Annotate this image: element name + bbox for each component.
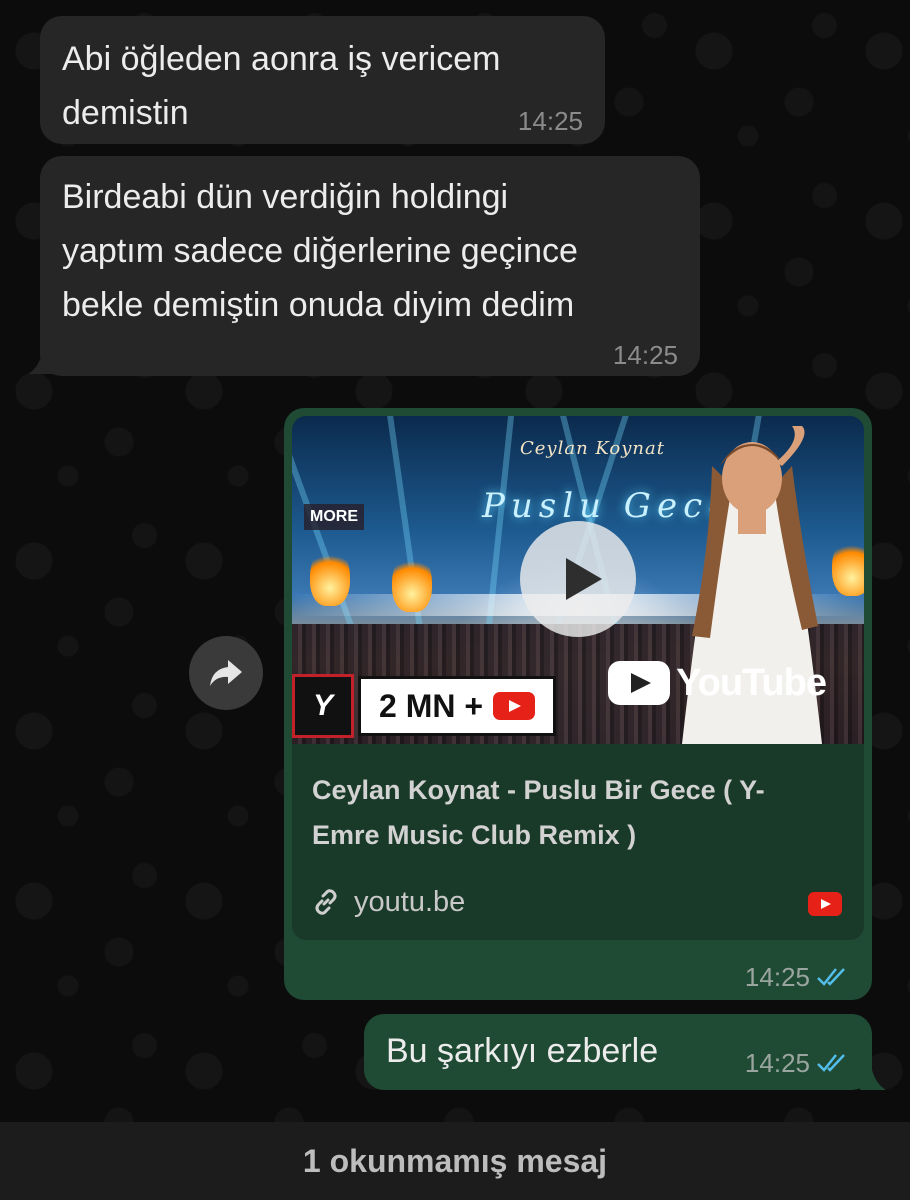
bubble-tail: [28, 346, 54, 374]
youtube-icon: [493, 692, 536, 720]
link-icon: [315, 889, 337, 915]
channel-logo: Y: [292, 674, 354, 738]
view-count-text: 2 MN +: [379, 687, 484, 724]
stage-sign: MORE: [304, 504, 364, 530]
unread-messages-text: 1 okunmamış mesaj: [302, 1142, 608, 1179]
message-text-line: demistin: [62, 94, 189, 132]
link-preview-message[interactable]: MORE Ceylan Koynat Puslu Gece Y 2 MN + Y…: [284, 408, 872, 1000]
message-text: Bu şarkıyı ezberle: [386, 1032, 659, 1070]
youtube-play-icon: [608, 661, 671, 705]
message-meta: 14:25: [745, 1048, 850, 1078]
link-title-line: Emre Music Club Remix ): [312, 820, 637, 850]
outgoing-message[interactable]: Bu şarkıyı ezberle 14:25: [364, 1014, 886, 1090]
play-button[interactable]: [520, 521, 636, 637]
youtube-logo: YouTube: [608, 661, 827, 705]
unread-messages-banner: 1 okunmamış mesaj: [0, 1122, 910, 1200]
youtube-wordmark: YouTube: [676, 661, 827, 704]
double-check-icon: [817, 968, 845, 986]
link-domain[interactable]: youtu.be: [354, 886, 465, 919]
message-bubble: Birdeabi dün verdiğin holdingi yaptım sa…: [40, 156, 700, 376]
flame-effect: [310, 546, 350, 606]
message-text-line: bekle demiştin onuda diyim dedim: [62, 286, 575, 324]
message-text-line: Abi öğleden aonra iş vericem: [62, 40, 501, 78]
incoming-message[interactable]: Birdeabi dün verdiğin holdingi yaptım sa…: [28, 156, 700, 376]
view-count-box: 2 MN +: [358, 676, 557, 736]
link-title-line: Ceylan Koynat - Puslu Bir Gece ( Y-: [312, 775, 765, 805]
message-text-line: Birdeabi dün verdiğin holdingi: [62, 178, 509, 216]
flame-effect: [392, 552, 432, 612]
double-check-icon: [817, 1054, 845, 1072]
message-text-line: yaptım sadece diğerlerine geçince: [62, 232, 578, 270]
incoming-message[interactable]: Abi öğleden aonra iş vericem demistin 14…: [40, 16, 605, 144]
message-time: 14:25: [744, 962, 810, 992]
view-count-badge: Y 2 MN +: [292, 674, 557, 738]
message-time: 14:25: [744, 1048, 810, 1078]
video-thumbnail[interactable]: MORE Ceylan Koynat Puslu Gece Y 2 MN + Y…: [292, 416, 864, 744]
message-meta: 14:25: [745, 962, 850, 992]
youtube-favicon: [808, 892, 842, 916]
message-bubble: Abi öğleden aonra iş vericem demistin 14…: [40, 16, 605, 144]
message-time: 14:25: [612, 340, 678, 370]
thumbnail-artist-caption: Ceylan Koynat: [520, 438, 665, 459]
message-time: 14:25: [517, 106, 583, 136]
forward-button[interactable]: [189, 636, 263, 710]
link-preview-details[interactable]: Ceylan Koynat - Puslu Bir Gece ( Y- Emre…: [292, 744, 864, 940]
bubble-tail: [860, 1062, 886, 1090]
link-preview-title[interactable]: Ceylan Koynat - Puslu Bir Gece ( Y- Emre…: [312, 768, 852, 858]
forward-icon: [210, 660, 242, 686]
message-bubble: Bu şarkıyı ezberle 14:25: [364, 1014, 872, 1090]
